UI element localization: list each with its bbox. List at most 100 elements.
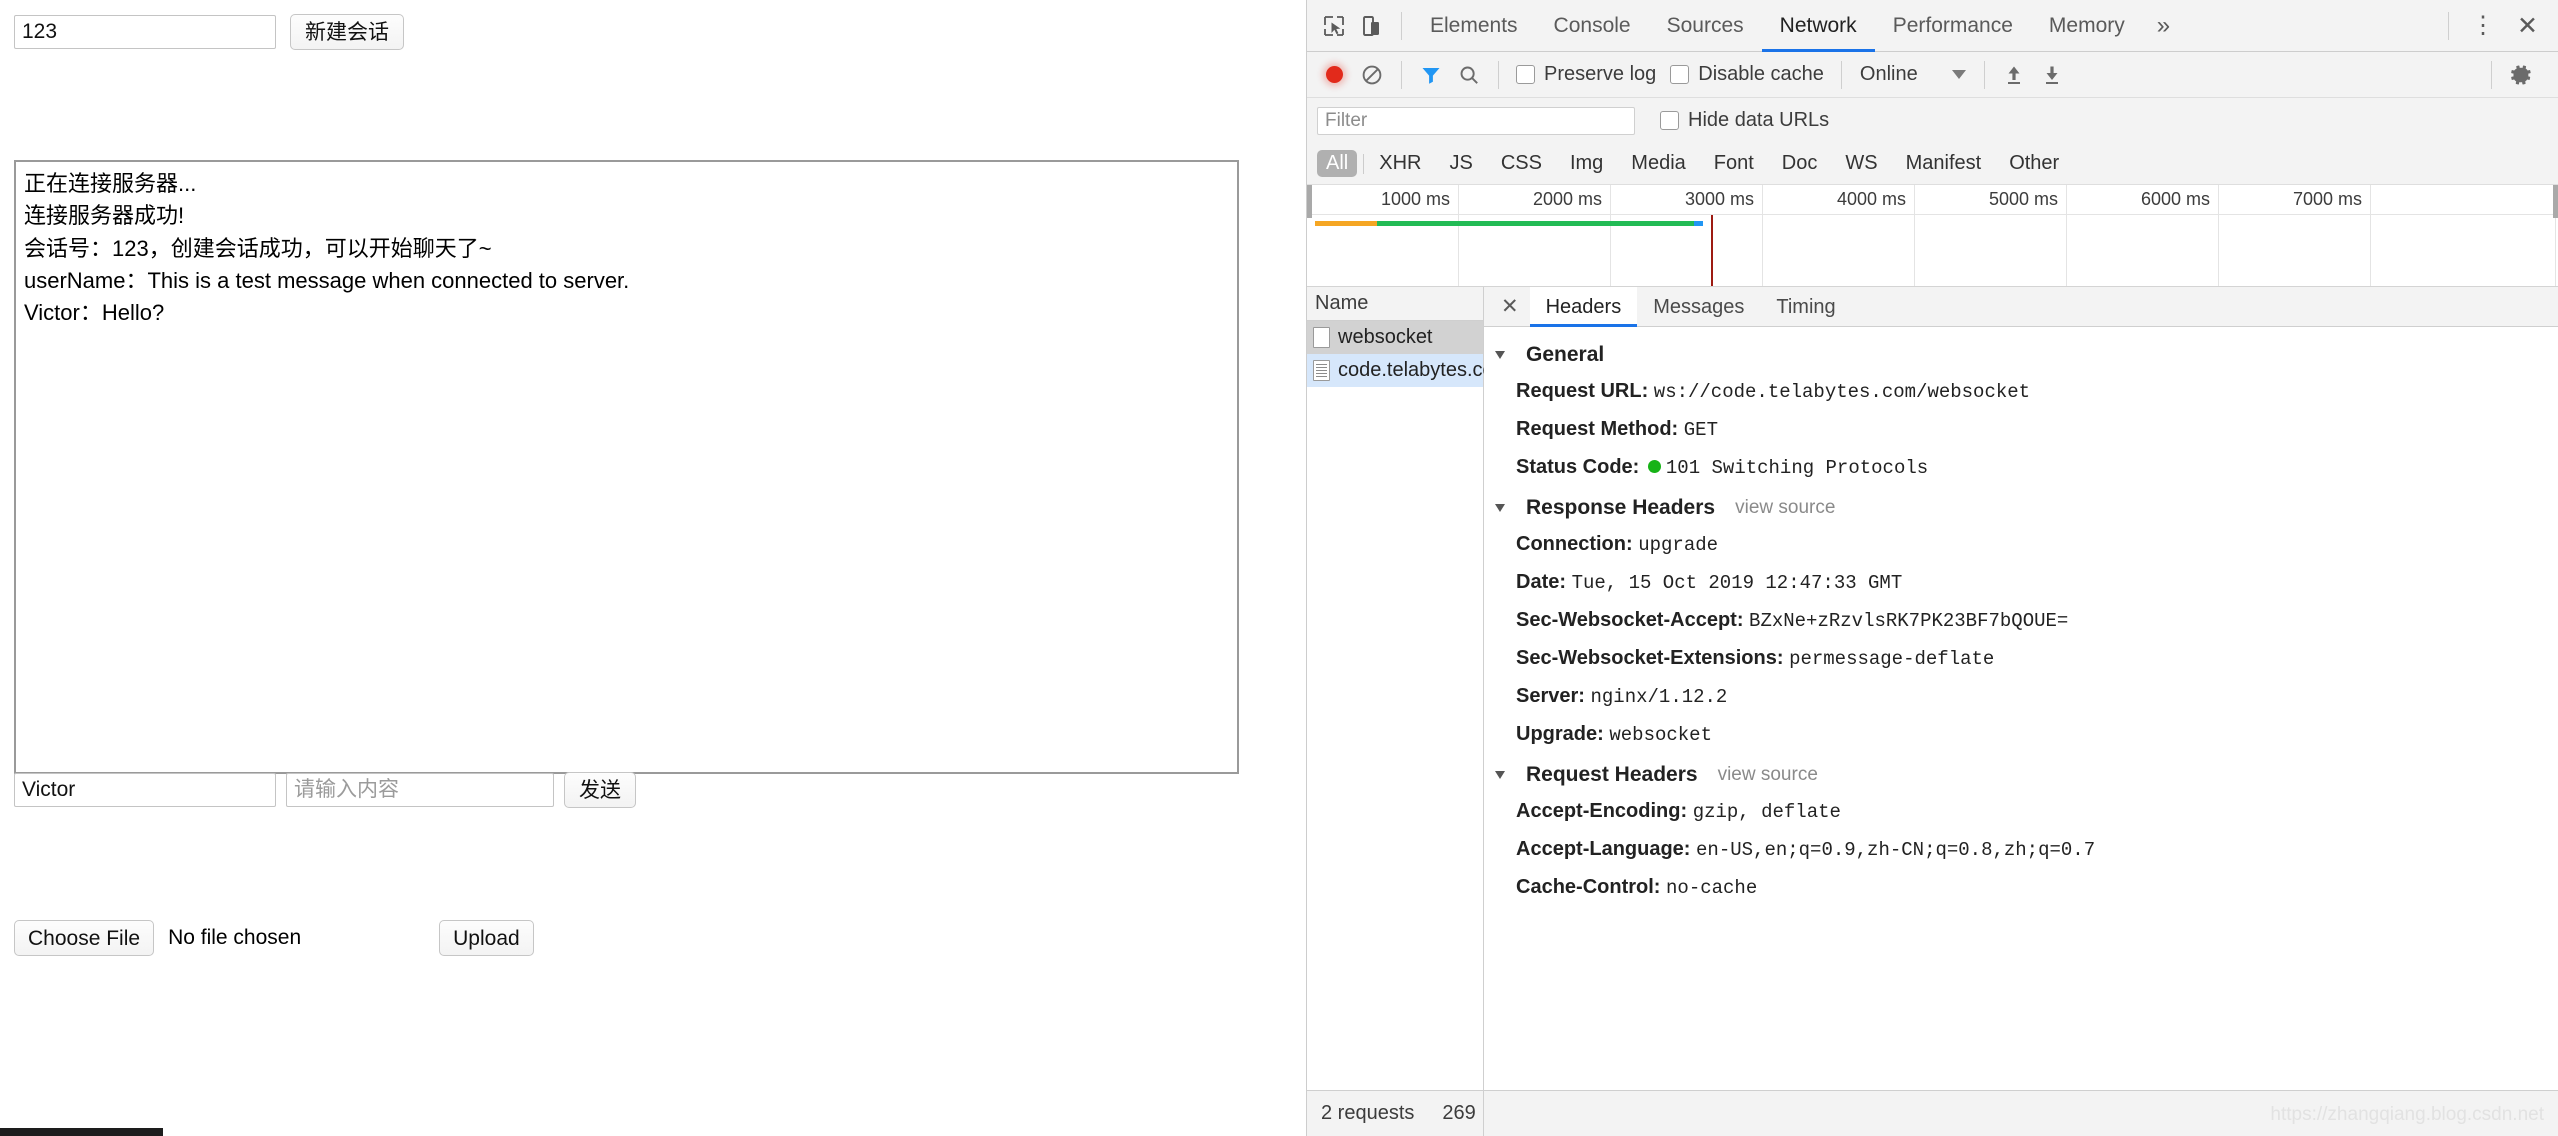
header-value: 101 Switching Protocols: [1665, 456, 1929, 479]
blank-file-icon: [1313, 327, 1330, 348]
hide-data-urls-label: Hide data URLs: [1688, 109, 1830, 131]
tab-memory[interactable]: Memory: [2031, 0, 2143, 52]
search-icon[interactable]: [1450, 56, 1488, 94]
view-source-link-request[interactable]: view source: [1718, 764, 1818, 786]
username-input[interactable]: [14, 773, 276, 807]
devtools-tabbar-right: ⋮ ✕: [2438, 11, 2558, 41]
send-button[interactable]: 发送: [564, 772, 636, 808]
type-filter-css[interactable]: CSS: [1492, 150, 1551, 177]
request-row-websocket[interactable]: websocket: [1307, 321, 1483, 354]
import-har-icon[interactable]: [1995, 56, 2033, 94]
gear-icon[interactable]: [2502, 56, 2540, 94]
type-filter-all[interactable]: All: [1317, 150, 1358, 177]
throttling-select[interactable]: Online: [1852, 63, 1974, 86]
session-controls-row: 新建会话: [14, 14, 404, 50]
chat-line: 会话号：123，创建会话成功，可以开始聊天了~: [24, 235, 492, 261]
record-button[interactable]: [1315, 56, 1353, 94]
header-name: Sec-Websocket-Accept:: [1516, 609, 1744, 632]
overview-ticks: 1000 ms 2000 ms 3000 ms 4000 ms 5000 ms …: [1307, 185, 2558, 286]
overview-left-handle[interactable]: [1307, 185, 1312, 218]
overview-tick-label: 2000 ms: [1532, 189, 1602, 209]
request-row-code-telabytes-com[interactable]: code.telabytes.com: [1307, 354, 1510, 387]
header-value: BZxNe+zRzvlsRK7PK23BF7bQOUE=: [1749, 610, 2069, 633]
request-list-header[interactable]: Name: [1307, 287, 1483, 321]
checkbox-box[interactable]: [1516, 65, 1535, 84]
message-input[interactable]: [286, 773, 554, 807]
checkbox-box[interactable]: [1670, 65, 1690, 84]
type-filter-img[interactable]: Img: [1561, 150, 1612, 177]
throttling-value: Online: [1859, 63, 1918, 85]
new-session-button[interactable]: 新建会话: [290, 14, 404, 50]
close-detail-icon[interactable]: ✕: [1490, 294, 1530, 319]
filter-toggle-icon[interactable]: [1412, 56, 1450, 94]
detail-tab-timing[interactable]: Timing: [1760, 287, 1851, 327]
detail-tab-headers[interactable]: Headers: [1529, 287, 1638, 327]
network-split-pane: Name websocket code.telabytes.com ✕ Head…: [1307, 287, 2558, 1090]
type-filter-doc[interactable]: Doc: [1773, 150, 1827, 177]
tab-network[interactable]: Network: [1762, 0, 1875, 52]
header-value: nginx/1.12.2: [1590, 685, 1728, 708]
toolbar-divider: [1498, 60, 1499, 89]
overview-tick-label: 6000 ms: [2140, 189, 2210, 209]
close-devtools-icon[interactable]: ✕: [2507, 11, 2548, 41]
network-overview-timeline[interactable]: 1000 ms 2000 ms 3000 ms 4000 ms 5000 ms …: [1307, 185, 2558, 287]
header-name: Accept-Encoding:: [1516, 800, 1688, 823]
header-value: ws://code.telabytes.com/websocket: [1653, 381, 2031, 403]
type-filter-js[interactable]: JS: [1440, 150, 1481, 177]
overview-load-marker: [1711, 215, 1713, 286]
export-har-icon[interactable]: [2033, 56, 2071, 94]
type-filter-manifest[interactable]: Manifest: [1897, 150, 1991, 177]
type-filter-xhr[interactable]: XHR: [1370, 150, 1430, 177]
group-title-request-headers[interactable]: Request Headers view source: [1494, 757, 2558, 793]
tab-elements[interactable]: Elements: [1412, 0, 1536, 52]
header-name: Server:: [1516, 684, 1585, 707]
record-dot-icon: [1325, 66, 1343, 83]
toggle-device-toolbar-icon[interactable]: [1353, 7, 1391, 45]
tab-console[interactable]: Console: [1536, 0, 1649, 52]
request-detail-tabs: ✕ Headers Messages Timing: [1484, 287, 2558, 327]
chevron-down-icon: [1495, 771, 1505, 780]
session-id-input[interactable]: [14, 15, 276, 49]
tab-sources[interactable]: Sources: [1649, 0, 1762, 52]
header-row: Date: Tue, 15 Oct 2019 12:47:33 GMT: [1494, 564, 2558, 602]
network-status-bar: 2 requests 269 B tran: [1307, 1090, 2558, 1136]
toolbar-divider: [1840, 60, 1842, 89]
choose-file-button[interactable]: Choose File: [14, 920, 155, 956]
headers-group-response: Response Headers view source Connection:…: [1494, 490, 2558, 753]
type-filter-font[interactable]: Font: [1705, 150, 1763, 177]
tab-performance[interactable]: Performance: [1875, 0, 2031, 52]
header-name: Status Code:: [1516, 455, 1640, 478]
group-title-response-headers[interactable]: Response Headers view source: [1494, 490, 2558, 526]
page-scrollbar[interactable]: [0, 1128, 163, 1136]
type-filter-other[interactable]: Other: [2000, 150, 2068, 177]
inspect-element-icon[interactable]: [1315, 7, 1353, 45]
header-value: upgrade: [1638, 534, 1719, 557]
devtools-menu-icon[interactable]: ⋮: [2459, 13, 2507, 38]
devtools-tabbar: Elements Console Sources Network Perform…: [1307, 0, 2558, 52]
web-page-pane: 新建会话 正在连接服务器... 连接服务器成功! 会话号：123，创建会话成功，…: [0, 0, 1306, 1136]
group-title-general[interactable]: General: [1494, 337, 2558, 373]
toolbar-divider: [1401, 60, 1402, 89]
clear-button[interactable]: [1353, 56, 1391, 94]
toolbar-divider: [1401, 11, 1402, 40]
more-tabs-icon[interactable]: »: [2143, 12, 2184, 40]
header-value: permessage-deflate: [1789, 647, 1995, 670]
upload-button[interactable]: Upload: [439, 920, 534, 956]
chevron-down-icon: [1495, 351, 1505, 359]
view-source-link-response[interactable]: view source: [1735, 497, 1835, 519]
overview-bar-blue: [1694, 221, 1703, 226]
overview-right-handle[interactable]: [2553, 185, 2558, 218]
request-list: Name websocket code.telabytes.com: [1307, 287, 1510, 1090]
filter-input[interactable]: [1317, 106, 1635, 135]
hide-data-urls-checkbox[interactable]: Hide data URLs: [1653, 109, 1836, 132]
type-filter-ws[interactable]: WS: [1836, 150, 1886, 177]
resource-type-filters: All XHR JS CSS Img Media Font Doc WS Man…: [1307, 143, 2558, 185]
header-value: en-US,en;q=0.9,zh-CN;q=0.8,zh;q=0.7: [1696, 839, 2096, 862]
preserve-log-checkbox[interactable]: Preserve log: [1509, 63, 1663, 86]
header-row: Connection: upgrade: [1494, 526, 2558, 564]
disable-cache-checkbox[interactable]: Disable cache: [1663, 63, 1831, 86]
type-filter-media[interactable]: Media: [1622, 150, 1694, 177]
document-file-icon: [1313, 360, 1330, 381]
detail-tab-messages[interactable]: Messages: [1637, 287, 1760, 327]
checkbox-box[interactable]: [1660, 111, 1679, 130]
